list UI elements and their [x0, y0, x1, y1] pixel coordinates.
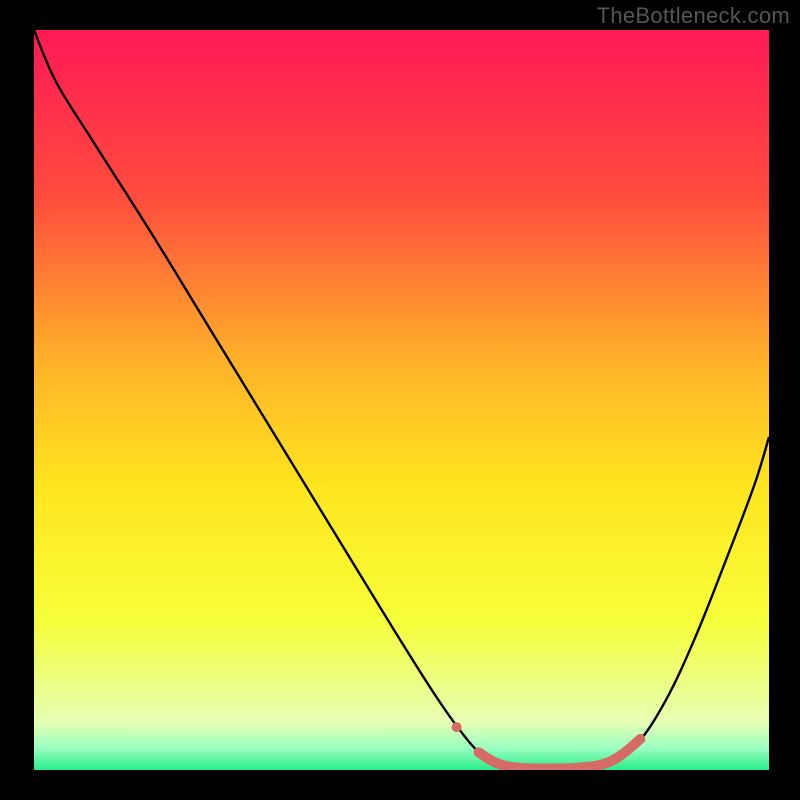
bottleneck-chart [34, 30, 769, 770]
plot-area [34, 30, 769, 770]
chart-stage: TheBottleneck.com [0, 0, 800, 800]
watermark-text: TheBottleneck.com [597, 3, 790, 29]
marker-dot [452, 722, 462, 732]
gradient-background [34, 30, 769, 770]
